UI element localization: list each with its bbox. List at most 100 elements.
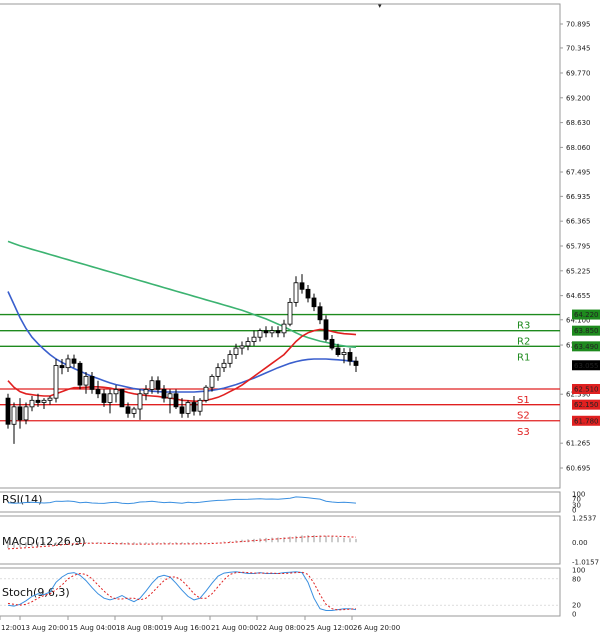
candle — [203, 385, 209, 403]
stoch-tick-label: 100 — [572, 567, 585, 575]
candle-body — [221, 362, 227, 369]
level-tag-label: 64.220 — [574, 311, 599, 319]
candle-body — [341, 352, 347, 356]
candle-body — [251, 336, 257, 342]
price-tick-label: 70.895 — [566, 21, 591, 29]
candle-body — [149, 380, 155, 390]
candle-body — [83, 375, 89, 386]
candle-body — [215, 367, 221, 377]
macd-title: MACD(12,26,9) — [2, 535, 86, 548]
candle-body — [173, 393, 179, 408]
price-tick-label: 68.060 — [566, 144, 591, 152]
price-tick-label: 66.365 — [566, 218, 591, 226]
stoch-tick-label: 20 — [572, 602, 581, 610]
candle-body — [167, 393, 173, 399]
candle-body — [29, 399, 35, 408]
candle-body — [71, 358, 77, 364]
candle-body — [65, 358, 71, 369]
candle-body — [185, 402, 191, 414]
candle-body — [305, 288, 311, 299]
candle-body — [203, 386, 209, 401]
macd-tick-label: -1.0157 — [572, 559, 599, 567]
candle-body — [233, 347, 239, 356]
time-tick-label: 12:00 — [1, 624, 21, 632]
price-tick-label: 69.770 — [566, 69, 591, 77]
candle-body — [131, 408, 137, 414]
price-tick-label: 70.345 — [566, 44, 591, 52]
candle-body — [335, 347, 341, 356]
candle-body — [197, 399, 203, 412]
candle-body — [191, 402, 197, 412]
candle-body — [95, 389, 101, 395]
candle-body — [11, 406, 17, 425]
macd-tick-label: 1.2537 — [572, 515, 597, 523]
candle-body — [17, 406, 23, 421]
candle-body — [35, 399, 41, 403]
candle-body — [239, 345, 245, 349]
candle-body — [143, 389, 149, 395]
level-tag-label: 61.780 — [574, 417, 599, 425]
time-tick-label: 21 Aug 00:00 — [211, 624, 258, 632]
level-label-r1: R1 — [517, 352, 530, 363]
level-tag-label: 62.510 — [574, 385, 599, 393]
rsi-title: RSI(14) — [2, 493, 42, 506]
candle-body — [287, 301, 293, 325]
candle-body — [119, 389, 125, 408]
price-tick-label: 69.200 — [566, 94, 591, 102]
forex-chart[interactable]: R3 R2 R1 S1 S2 S3 70.895 70.345 69.770 69.200 68.… — [0, 0, 600, 635]
shift-marker-icon[interactable]: ▾ — [378, 2, 382, 10]
candle — [53, 358, 59, 403]
candle-body — [113, 389, 119, 395]
rsi-tick-label: 0 — [572, 507, 576, 515]
price-tick-label: 60.695 — [566, 465, 591, 473]
candle-body — [107, 393, 113, 403]
candle-body — [311, 297, 317, 308]
candle — [287, 298, 293, 327]
current-price-tag: 63.055 — [572, 360, 600, 371]
candle-body — [155, 380, 161, 390]
candle-body — [227, 354, 233, 364]
price-tick-label: 68.630 — [566, 119, 591, 127]
candle-body — [299, 282, 305, 290]
level-tag-label: 63.490 — [574, 343, 599, 351]
candle-body — [275, 330, 281, 334]
stoch-tick-label: 0 — [572, 611, 576, 619]
candle — [119, 389, 125, 408]
candle-body — [269, 330, 275, 334]
level-tag-label: 62.150 — [574, 401, 599, 409]
candle-body — [179, 406, 185, 414]
candle-body — [5, 397, 11, 425]
price-tick-label: 64.655 — [566, 292, 591, 300]
candle-body — [101, 393, 107, 403]
candle-body — [323, 319, 329, 340]
candle-body — [23, 406, 29, 421]
candle-body — [353, 360, 359, 366]
candle-body — [245, 341, 251, 347]
candle-body — [281, 323, 287, 334]
stoch-title: Stoch(9,6,3) — [2, 586, 70, 599]
candle-body — [137, 393, 143, 410]
chart-canvas[interactable]: R3R2R1S1S2S3 70.89570.34569.77069.20068.… — [0, 0, 600, 635]
candle-body — [41, 399, 47, 403]
time-tick-label: 15 Aug 04:00 — [69, 624, 116, 632]
candle-body — [257, 330, 263, 338]
time-tick-label: 26 Aug 20:00 — [353, 624, 400, 632]
price-tick-label: 67.495 — [566, 169, 591, 177]
candle-body — [59, 365, 65, 369]
time-tick-label: 22 Aug 08:00 — [258, 624, 305, 632]
candle-body — [47, 397, 53, 401]
time-tick-label: 13 Aug 20:00 — [21, 624, 68, 632]
price-tick-label: 66.935 — [566, 193, 591, 201]
price-tick-label: 61.265 — [566, 440, 591, 448]
current-price-tag-label: 63.055 — [574, 362, 599, 370]
level-label-s2: S2 — [517, 411, 530, 422]
candle-body — [293, 282, 299, 303]
candle-body — [161, 389, 167, 399]
candle-body — [125, 406, 131, 414]
stoch-tick-label: 80 — [572, 575, 581, 583]
candle-body — [53, 365, 59, 399]
candle-body — [329, 338, 335, 349]
price-tick-label: 65.225 — [566, 267, 591, 275]
candle-body — [263, 330, 269, 334]
candle-body — [209, 375, 215, 388]
